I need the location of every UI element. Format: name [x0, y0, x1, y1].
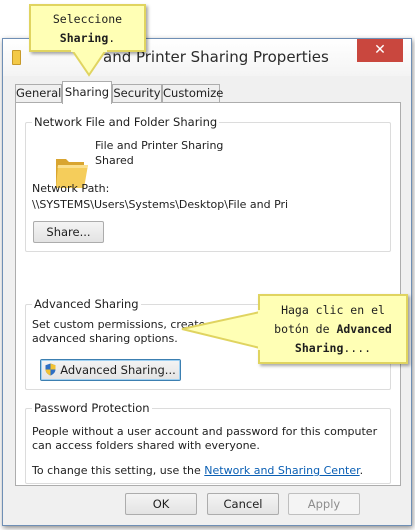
close-button[interactable]: ✕ — [357, 39, 403, 62]
tab-customize[interactable]: Customize — [162, 84, 223, 103]
network-path-value: \\SYSTEMS\Users\Systems\Desktop\File and… — [32, 198, 289, 211]
callout-advanced-line2: botón de Advanced — [260, 320, 406, 339]
callout-advanced-line2-prefix: botón de — [274, 322, 337, 336]
callout-select-bold: Sharing — [59, 31, 109, 45]
shared-item-name: File and Printer Sharing — [95, 139, 224, 152]
network-sharing-label: Network File and Folder Sharing — [32, 115, 220, 129]
callout-select-pointer — [70, 50, 108, 77]
tab-strip: General Sharing Security Customize — [15, 81, 405, 104]
password-protection-group: Password Protection People without a use… — [25, 401, 391, 484]
ok-button[interactable]: OK — [125, 493, 197, 515]
callout-select-line1: Seleccione — [52, 12, 123, 26]
network-sharing-center-link[interactable]: Network and Sharing Center — [204, 464, 359, 477]
advanced-sharing-button[interactable]: Advanced Sharing... — [40, 359, 181, 381]
tab-security[interactable]: Security — [112, 84, 162, 103]
advanced-sharing-label: Advanced Sharing — [32, 297, 141, 311]
change-setting-prefix: To change this setting, use the — [32, 464, 205, 477]
password-description-2: can access folders shared with everyone. — [32, 439, 260, 452]
folder-icon — [12, 50, 21, 65]
change-setting-text: To change this setting, use the Network … — [32, 464, 363, 478]
tab-general[interactable]: General — [15, 84, 62, 103]
callout-advanced-line2-bold: Advanced — [336, 322, 392, 336]
uac-shield-icon — [45, 363, 56, 376]
share-button[interactable]: Share... — [33, 221, 104, 243]
properties-window: and Printer Sharing Properties ✕ General… — [2, 38, 412, 526]
change-setting-suffix: . — [359, 464, 364, 477]
callout-select-sharing: Seleccione Sharing. — [29, 4, 146, 52]
apply-button[interactable]: Apply — [288, 493, 360, 515]
advanced-sharing-button-label: Advanced Sharing... — [60, 363, 176, 377]
tab-sharing[interactable]: Sharing — [62, 81, 112, 104]
callout-advanced-sharing: Haga clic en el botón de Advanced Sharin… — [258, 294, 408, 364]
callout-select-line2: Sharing. — [31, 29, 144, 48]
advanced-sharing-description-2: advanced sharing options. — [32, 332, 178, 345]
shared-item-status: Shared — [95, 154, 134, 167]
callout-advanced-line1: Haga clic en el — [281, 303, 385, 317]
password-protection-label: Password Protection — [32, 401, 152, 415]
callout-advanced-line3-suffix: .... — [343, 341, 372, 355]
network-path-label: Network Path: — [32, 182, 110, 195]
callout-select-suffix: . — [108, 31, 116, 45]
password-description-1: People without a user account and passwo… — [32, 425, 378, 438]
cancel-button[interactable]: Cancel — [207, 493, 279, 515]
network-sharing-group: Network File and Folder Sharing File and… — [25, 115, 391, 252]
callout-advanced-pointer — [181, 310, 262, 350]
callout-advanced-line3-bold: Sharing — [294, 341, 344, 355]
callout-advanced-line3: Sharing.... — [260, 339, 406, 358]
